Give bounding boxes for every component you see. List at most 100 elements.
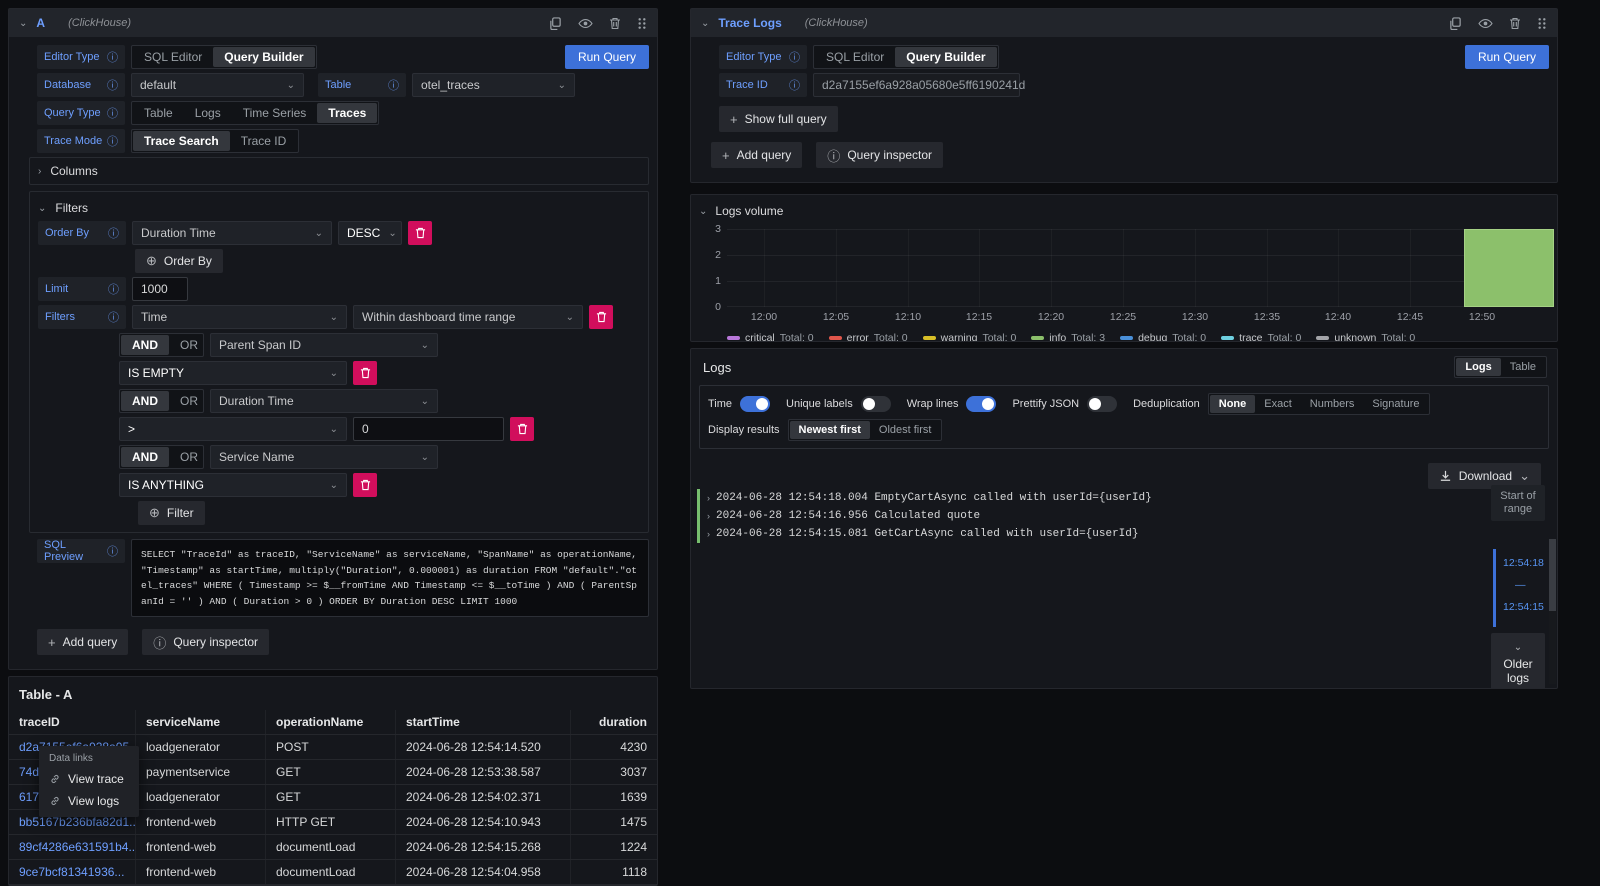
condition-operator-select[interactable]: >⌄ <box>119 417 347 441</box>
show-full-query-button[interactable]: +Show full query <box>719 106 838 132</box>
legend-item-unknown[interactable]: unknownTotal: 0 <box>1316 332 1415 342</box>
legend-item-debug[interactable]: debugTotal: 0 <box>1120 332 1206 342</box>
duplicate-query-icon[interactable] <box>1449 17 1462 30</box>
trace-search-option[interactable]: Trace Search <box>133 131 230 151</box>
hide-query-eye-icon[interactable] <box>1478 17 1493 30</box>
remove-condition-button[interactable] <box>353 473 377 497</box>
query-type-table[interactable]: Table <box>133 103 184 123</box>
info-icon[interactable]: ⓘ <box>789 77 800 93</box>
or-option[interactable]: OR <box>169 391 209 411</box>
filters-section-header[interactable]: ⌄Filters <box>38 199 640 217</box>
log-line[interactable]: ›2024-06-28 12:54:16.956 Calculated quot… <box>697 507 1447 525</box>
order-by-direction-select[interactable]: DESC⌄ <box>338 221 402 245</box>
view-logs-link[interactable]: View logs <box>39 790 139 812</box>
view-table-option[interactable]: Table <box>1501 358 1545 376</box>
add-query-button[interactable]: +Add query <box>711 142 802 168</box>
info-icon[interactable]: ⓘ <box>789 49 800 65</box>
order-by-field-select[interactable]: Duration Time⌄ <box>132 221 332 245</box>
and-option[interactable]: AND <box>121 447 169 467</box>
remove-condition-button[interactable] <box>353 361 377 385</box>
run-query-button[interactable]: Run Query <box>1465 45 1549 69</box>
prettify-json-toggle[interactable] <box>1087 396 1117 412</box>
col-header-operationname[interactable]: operationName <box>266 710 396 734</box>
col-header-duration[interactable]: duration <box>571 710 657 734</box>
filter-field-select[interactable]: Time⌄ <box>132 305 347 329</box>
legend-item-trace[interactable]: traceTotal: 0 <box>1221 332 1301 342</box>
and-option[interactable]: AND <box>121 391 169 411</box>
limit-input[interactable]: 1000 <box>132 277 188 301</box>
info-icon[interactable]: ⓘ <box>107 105 118 121</box>
legend-item-error[interactable]: errorTotal: 0 <box>829 332 908 342</box>
legend-item-critical[interactable]: criticalTotal: 0 <box>727 332 814 342</box>
logs-volume-header[interactable]: ⌄ Logs volume <box>699 203 1549 219</box>
query-type-logs[interactable]: Logs <box>184 103 232 123</box>
hide-query-eye-icon[interactable] <box>578 17 593 30</box>
query-builder-option[interactable]: Query Builder <box>895 47 996 67</box>
drag-handle-icon[interactable] <box>1537 17 1547 30</box>
drag-handle-icon[interactable] <box>637 17 647 30</box>
view-logs-option[interactable]: Logs <box>1456 358 1500 376</box>
delete-query-icon[interactable] <box>609 17 621 30</box>
condition-field-select[interactable]: Duration Time⌄ <box>210 389 438 413</box>
query-ref-title[interactable]: A <box>36 16 45 30</box>
condition-field-select[interactable]: Parent Span ID⌄ <box>210 333 438 357</box>
query-inspector-button[interactable]: ⓘQuery inspector <box>816 142 943 168</box>
filter-value-select[interactable]: Within dashboard time range⌄ <box>353 305 583 329</box>
older-logs-button[interactable]: ⌄Older logs <box>1491 633 1545 689</box>
unique-labels-toggle[interactable] <box>861 396 891 412</box>
dedup-signature-option[interactable]: Signature <box>1363 395 1428 413</box>
info-logs-bar[interactable] <box>1464 229 1554 307</box>
remove-condition-button[interactable] <box>510 417 534 441</box>
info-icon[interactable]: ⓘ <box>107 49 118 65</box>
dedup-none-option[interactable]: None <box>1210 395 1256 413</box>
info-icon[interactable]: ⓘ <box>107 543 118 559</box>
query-type-traces[interactable]: Traces <box>317 103 377 123</box>
oldest-first-option[interactable]: Oldest first <box>870 421 941 439</box>
remove-order-by-button[interactable] <box>408 221 432 245</box>
col-header-servicename[interactable]: serviceName <box>136 710 266 734</box>
col-header-starttime[interactable]: startTime <box>396 710 571 734</box>
collapse-chevron-icon[interactable]: ⌄ <box>19 18 27 29</box>
log-line[interactable]: ›2024-06-28 12:54:15.081 GetCartAsync ca… <box>697 525 1447 543</box>
condition-value-input[interactable]: 0 <box>353 417 504 441</box>
database-select[interactable]: default⌄ <box>131 73 304 97</box>
logs-volume-chart[interactable]: 3 2 1 0 <box>727 229 1541 307</box>
info-icon[interactable]: ⓘ <box>107 133 118 149</box>
legend-item-warning[interactable]: warningTotal: 0 <box>923 332 1017 342</box>
log-range-timeline[interactable]: 12:54:18 — 12:54:15 <box>1491 549 1545 627</box>
col-header-traceid[interactable]: traceID <box>9 710 136 734</box>
add-order-by-button[interactable]: ⊕Order By <box>135 249 223 273</box>
query-ref-title[interactable]: Trace Logs <box>718 16 781 30</box>
trace-id-link[interactable]: 89cf4286e631591b4... <box>9 835 136 859</box>
condition-operator-select[interactable]: IS ANYTHING⌄ <box>119 473 347 497</box>
condition-field-select[interactable]: Service Name⌄ <box>210 445 438 469</box>
and-option[interactable]: AND <box>121 335 169 355</box>
add-filter-button[interactable]: ⊕Filter <box>138 501 205 525</box>
query-builder-option[interactable]: Query Builder <box>213 47 314 67</box>
duplicate-query-icon[interactable] <box>549 17 562 30</box>
view-trace-link[interactable]: View trace <box>39 768 139 790</box>
add-query-button[interactable]: +Add query <box>37 629 128 655</box>
wrap-lines-toggle[interactable] <box>966 396 996 412</box>
delete-query-icon[interactable] <box>1509 17 1521 30</box>
run-query-button[interactable]: Run Query <box>565 45 649 69</box>
time-toggle[interactable] <box>740 396 770 412</box>
log-line[interactable]: ›2024-06-28 12:54:18.004 EmptyCartAsync … <box>697 489 1447 507</box>
remove-filter-button[interactable] <box>589 305 613 329</box>
info-icon[interactable]: ⓘ <box>108 309 119 325</box>
info-icon[interactable]: ⓘ <box>107 77 118 93</box>
info-icon[interactable]: ⓘ <box>108 281 119 297</box>
columns-section[interactable]: ›Columns <box>29 157 649 185</box>
trace-id-link[interactable]: 9ce7bcf81341936... <box>9 860 136 884</box>
info-icon[interactable]: ⓘ <box>388 77 399 93</box>
table-select[interactable]: otel_traces⌄ <box>412 73 575 97</box>
query-inspector-button[interactable]: ⓘQuery inspector <box>142 629 269 655</box>
or-option[interactable]: OR <box>169 447 209 467</box>
scrollbar[interactable] <box>1549 539 1556 684</box>
sql-editor-option[interactable]: SQL Editor <box>815 47 895 67</box>
trace-id-option[interactable]: Trace ID <box>230 131 298 151</box>
sql-editor-option[interactable]: SQL Editor <box>133 47 213 67</box>
scrollbar-thumb[interactable] <box>1549 539 1556 611</box>
collapse-chevron-icon[interactable]: ⌄ <box>701 18 709 29</box>
info-icon[interactable]: ⓘ <box>108 225 119 241</box>
